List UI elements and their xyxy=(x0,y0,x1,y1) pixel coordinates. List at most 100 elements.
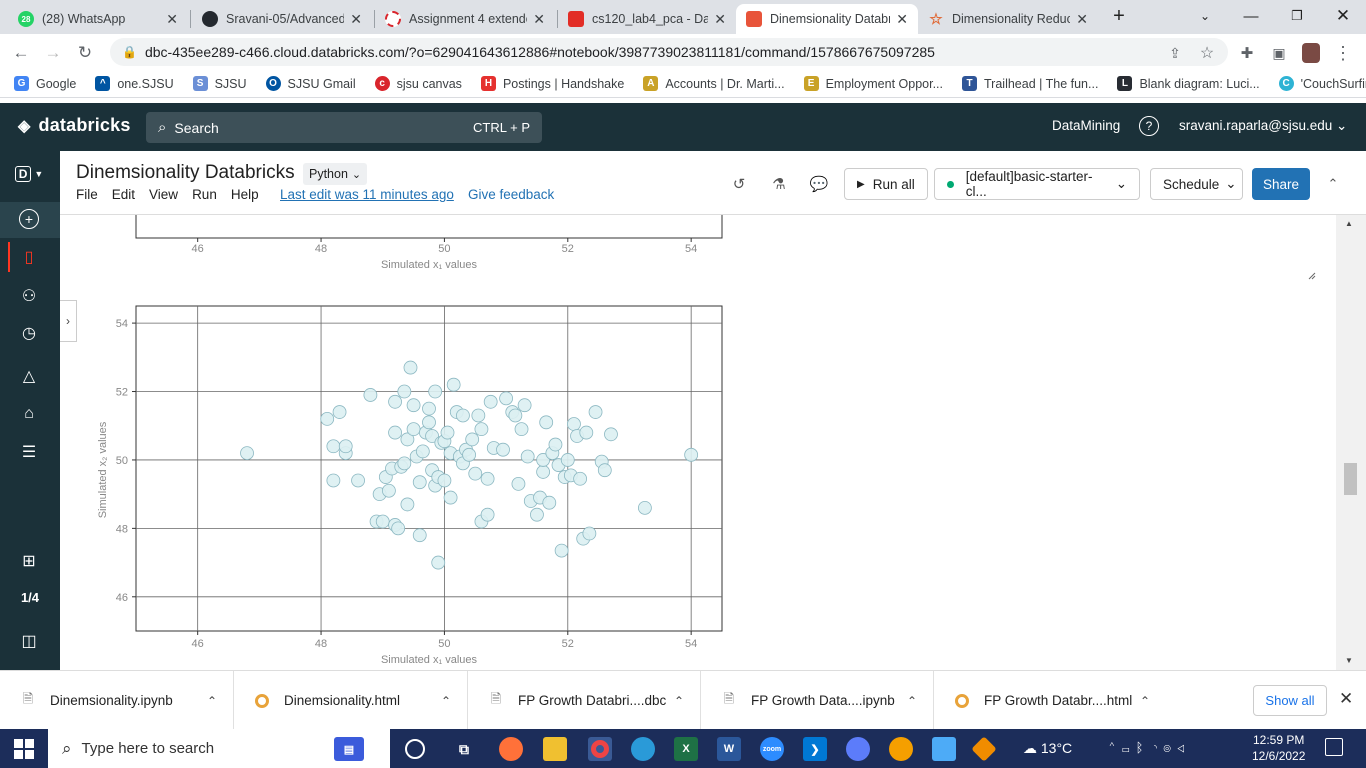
workspace-switcher[interactable]: DataMining xyxy=(1052,118,1120,133)
chrome-taskbar-icon[interactable] xyxy=(588,737,612,761)
taskbar-clock[interactable]: 12:59 PM 12/6/2022 xyxy=(1252,732,1305,764)
revision-history-icon[interactable]: ↺ xyxy=(730,175,748,193)
expand-panel-chevron-icon[interactable]: › xyxy=(60,300,77,342)
word-icon[interactable]: W xyxy=(717,737,741,761)
share-button[interactable]: Share xyxy=(1252,168,1310,200)
experiment-flask-icon[interactable]: ⚗ xyxy=(770,175,788,193)
chevron-up-icon[interactable]: ⌃ xyxy=(907,694,917,708)
menu-edit[interactable]: Edit xyxy=(112,187,135,202)
git-icon[interactable] xyxy=(971,736,997,762)
browser-tab[interactable]: Sravani-05/Advanced- ✕ xyxy=(192,4,372,34)
excel-icon[interactable]: X xyxy=(674,737,698,761)
notification-center-icon[interactable] xyxy=(1325,738,1343,756)
weather-widget[interactable]: ☁ 13°C xyxy=(1023,740,1072,757)
show-all-downloads-button[interactable]: Show all xyxy=(1253,685,1327,716)
share-page-icon[interactable]: ⇪ xyxy=(1162,40,1188,66)
notebook-title[interactable]: Dinemsionality Databricks xyxy=(76,162,295,184)
firefox-icon[interactable] xyxy=(499,737,523,761)
side-panel-icon[interactable]: ▣ xyxy=(1266,40,1292,66)
browser-tab[interactable]: 28 (28) WhatsApp ✕ xyxy=(8,4,188,34)
download-item[interactable]: 🗎 FP Growth Databri....dbc ⌃ xyxy=(468,671,701,730)
tab-close-icon[interactable]: ✕ xyxy=(1076,11,1088,28)
tab-search-icon[interactable]: ⌄ xyxy=(1190,4,1220,28)
bookmark[interactable]: H Postings | Handshake xyxy=(480,76,624,91)
cortana-icon[interactable] xyxy=(405,739,425,759)
resize-handle-icon[interactable] xyxy=(1308,272,1316,280)
search-input[interactable]: ⌕ Search CTRL + P xyxy=(146,112,542,143)
vscode-icon[interactable]: ❯ xyxy=(803,737,827,761)
bookmark[interactable]: c sjsu canvas xyxy=(374,76,462,91)
scroll-down-icon[interactable]: ▼ xyxy=(1345,656,1353,665)
bookmark[interactable]: T Trailhead | The fun... xyxy=(962,76,1098,91)
chevron-up-icon[interactable]: ⌃ xyxy=(674,694,684,708)
give-feedback-link[interactable]: Give feedback xyxy=(468,187,554,202)
address-bar[interactable]: 🔒 dbc-435ee289-c466.cloud.databricks.com… xyxy=(110,38,1228,66)
profile-avatar[interactable] xyxy=(1298,40,1324,66)
extensions-icon[interactable]: ✚ xyxy=(1234,40,1260,66)
browser-tab[interactable]: ☆ Dimensionality Reduct ✕ xyxy=(918,4,1098,34)
tab-close-icon[interactable]: ✕ xyxy=(166,11,178,28)
close-shelf-icon[interactable]: ✕ xyxy=(1339,689,1353,709)
new-tab-button[interactable]: + xyxy=(1104,4,1134,28)
menu-help[interactable]: Help xyxy=(231,187,259,202)
workflows-icon[interactable]: ☰ xyxy=(18,441,40,463)
collapse-header-icon[interactable]: ⌃ xyxy=(1324,175,1342,193)
back-icon[interactable]: ← xyxy=(8,40,34,66)
browser-tab[interactable]: Assignment 4 extende ✕ xyxy=(375,4,555,34)
workspace-menu[interactable]: D ▼ xyxy=(14,163,44,185)
recents-clock-icon[interactable]: ◷ xyxy=(18,322,40,344)
tab-close-icon[interactable]: ✕ xyxy=(714,11,726,28)
collapse-sidebar-icon[interactable]: ◫ xyxy=(18,630,40,652)
bookmark[interactable]: O SJSU Gmail xyxy=(265,76,356,91)
brave-icon[interactable] xyxy=(889,737,913,761)
download-item[interactable]: 🗎 Dinemsionality.ipynb ⌃ xyxy=(0,671,234,730)
chevron-up-icon[interactable]: ⌃ xyxy=(1140,694,1150,708)
bookmark[interactable]: E Employment Oppor... xyxy=(803,76,943,91)
tab-close-icon[interactable]: ✕ xyxy=(533,11,545,28)
chevron-up-icon[interactable]: ⌃ xyxy=(207,694,217,708)
notebook-icon[interactable]: ▯ xyxy=(18,246,40,268)
system-tray[interactable]: ⌃▭ᛒ◝◎◁ xyxy=(1108,740,1191,755)
bookmark[interactable]: S SJSU xyxy=(192,76,247,91)
menu-view[interactable]: View xyxy=(149,187,178,202)
scroll-up-icon[interactable]: ▲ xyxy=(1345,219,1353,228)
scrollbar-thumb[interactable] xyxy=(1344,463,1357,495)
partner-connect-icon[interactable]: ⊞ xyxy=(18,550,40,572)
content-scrollbar[interactable]: ▲ ▼ xyxy=(1336,215,1366,670)
photos-icon[interactable] xyxy=(932,737,956,761)
compute-icon[interactable]: ⌂ xyxy=(18,403,40,425)
menu-run[interactable]: Run xyxy=(192,187,217,202)
widget-icon[interactable]: ▤ xyxy=(334,737,364,761)
file-explorer-icon[interactable] xyxy=(543,737,567,761)
restore-icon[interactable]: ❐ xyxy=(1282,4,1312,28)
databricks-logo[interactable]: ◈ databricks xyxy=(18,115,131,136)
user-menu[interactable]: sravani.raparla@sjsu.edu ⌄ xyxy=(1179,118,1347,134)
bookmark[interactable]: L Blank diagram: Luci... xyxy=(1117,76,1260,91)
language-selector[interactable]: Python ⌄ xyxy=(303,163,368,185)
windows-start-icon[interactable] xyxy=(14,739,34,759)
schedule-button[interactable]: Schedule ⌄ xyxy=(1150,168,1243,200)
minimize-icon[interactable]: — xyxy=(1236,4,1266,28)
bookmark[interactable]: A Accounts | Dr. Marti... xyxy=(643,76,785,91)
comments-icon[interactable]: 💬 xyxy=(810,175,829,193)
bookmark-star-icon[interactable]: ☆ xyxy=(1194,40,1220,66)
browser-tab-active[interactable]: Dinemsionality Databr ✕ xyxy=(736,4,918,34)
help-icon[interactable]: ? xyxy=(1139,116,1159,136)
chevron-up-icon[interactable]: ⌃ xyxy=(441,694,451,708)
last-edit-link[interactable]: Last edit was 11 minutes ago xyxy=(280,187,454,202)
remote-desktop-icon[interactable] xyxy=(846,737,870,761)
repos-icon[interactable]: ⚇ xyxy=(18,285,40,307)
download-item[interactable]: 🗎 FP Growth Data....ipynb ⌃ xyxy=(701,671,934,730)
task-view-icon[interactable]: ⧉ xyxy=(452,737,476,761)
tab-close-icon[interactable]: ✕ xyxy=(896,11,908,28)
zoom-icon[interactable]: zoom xyxy=(760,737,784,761)
create-icon[interactable]: + xyxy=(19,209,39,229)
data-shapes-icon[interactable]: △ xyxy=(18,365,40,387)
edge-icon[interactable] xyxy=(631,737,655,761)
reload-icon[interactable]: ↻ xyxy=(72,40,98,66)
forward-icon[interactable]: → xyxy=(40,40,66,66)
chrome-menu-icon[interactable]: ⋮ xyxy=(1330,40,1356,66)
run-all-button[interactable]: ▶ Run all xyxy=(844,168,928,200)
window-close-icon[interactable]: ✕ xyxy=(1328,4,1358,28)
download-item[interactable]: Dinemsionality.html ⌃ xyxy=(234,671,468,730)
